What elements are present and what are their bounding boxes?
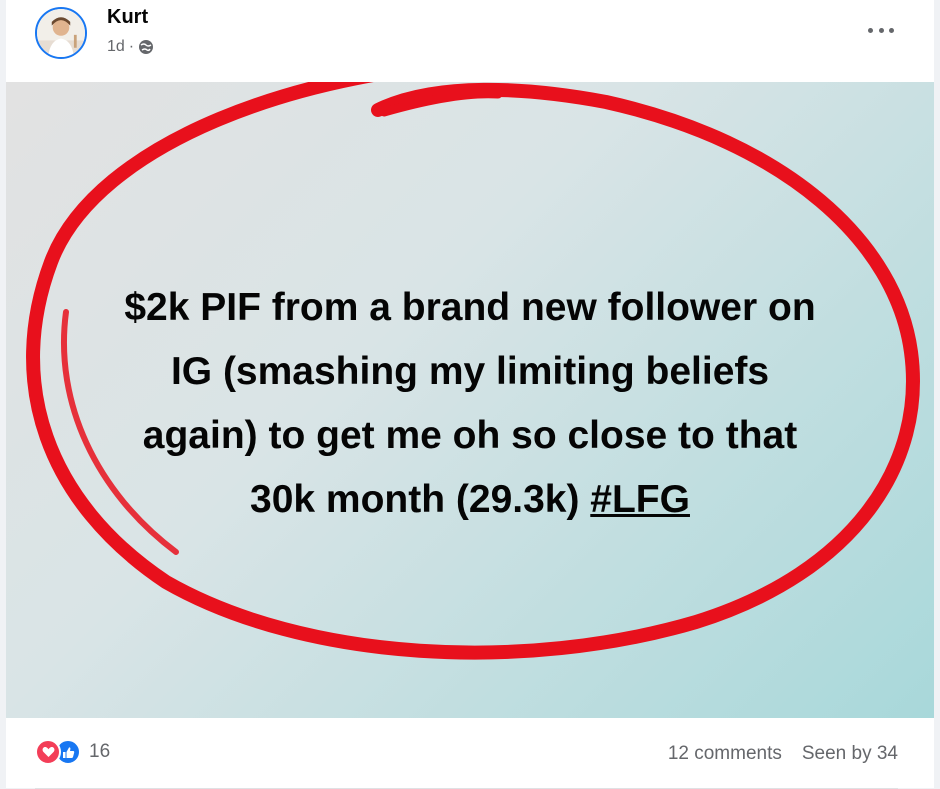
post-text-line: 30k month (29.3k) #LFG	[46, 468, 894, 532]
love-icon	[35, 739, 61, 765]
hashtag-link[interactable]: #LFG	[590, 478, 690, 521]
post-text: $2k PIF from a brand new follower on IG …	[46, 276, 894, 532]
more-dot	[868, 27, 873, 33]
avatar-image	[37, 9, 85, 57]
post-text-line: $2k PIF from a brand new follower on	[124, 286, 816, 329]
post-stats: 12 comments Seen by 34	[668, 743, 898, 765]
post-meta: 1d ·	[107, 38, 154, 56]
reactions-summary[interactable]: 16	[35, 739, 110, 765]
post-card: Kurt 1d · $2k PIF from a brand new follo…	[6, 0, 934, 789]
more-options-icon[interactable]	[868, 22, 894, 38]
author-avatar[interactable]	[35, 7, 87, 59]
reaction-count: 16	[89, 741, 111, 762]
post-header: Kurt 1d ·	[6, 0, 934, 82]
post-text-line: again) to get me oh so close to that	[142, 414, 798, 457]
meta-separator: ·	[128, 38, 135, 55]
comments-count[interactable]: 12 comments	[668, 743, 782, 765]
post-text-line-4: 30k month (29.3k)	[250, 478, 591, 521]
post-text-line: IG (smashing my limiting beliefs	[170, 350, 770, 393]
author-name[interactable]: Kurt	[107, 6, 148, 29]
more-dot	[889, 27, 894, 33]
post-footer: 16 12 comments Seen by 34	[6, 718, 934, 789]
post-time[interactable]: 1d	[107, 38, 125, 56]
post-background-card: $2k PIF from a brand new follower on IG …	[6, 82, 934, 718]
seen-by-count[interactable]: Seen by 34	[802, 743, 898, 765]
globe-icon	[138, 39, 154, 55]
more-dot	[878, 27, 884, 33]
